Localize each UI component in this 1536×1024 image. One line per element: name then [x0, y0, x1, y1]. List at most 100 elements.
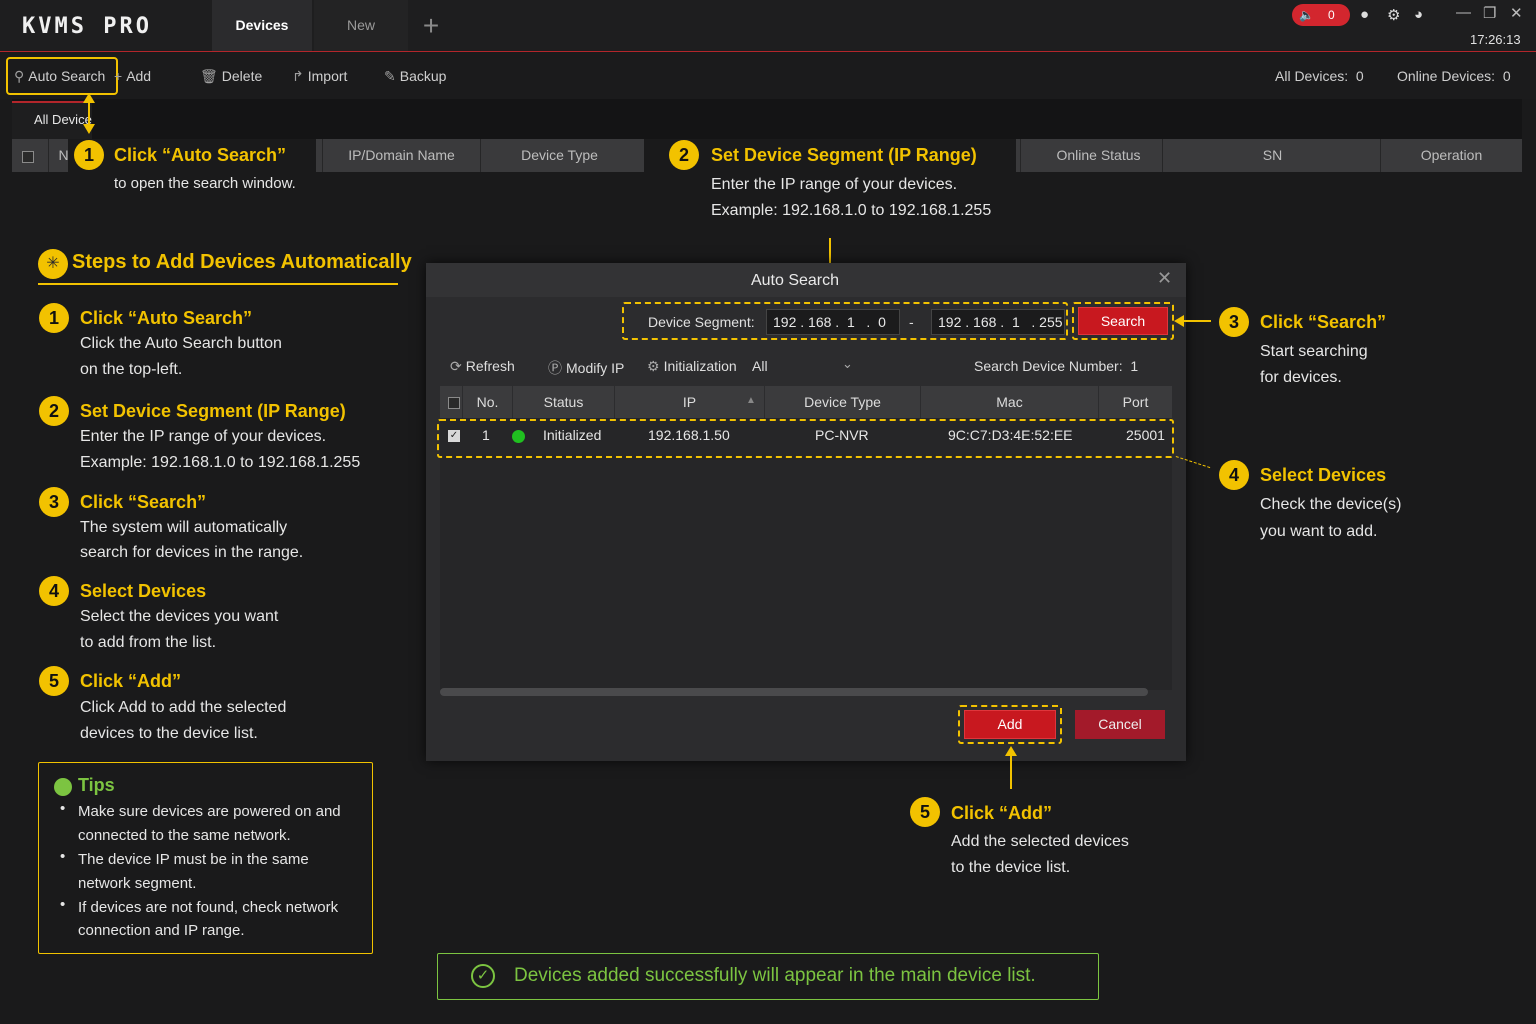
subtab-all-devices[interactable]: All Device	[12, 101, 92, 139]
tip-bullet: •	[60, 896, 66, 913]
dialog-title: Auto Search	[750, 272, 840, 289]
dialog-close-icon[interactable]: ✕	[1157, 268, 1172, 289]
horizontal-scrollbar[interactable]	[440, 688, 1148, 696]
auto-search-button[interactable]: ⚲ Auto Search	[14, 68, 105, 85]
callout-1-badge: 1	[74, 140, 104, 170]
check-circle-icon: ✓	[471, 964, 495, 988]
all-devices-stat: All Devices: 0	[1275, 68, 1364, 84]
user-icon[interactable]: ●	[1360, 6, 1369, 23]
step-2-line1: Enter the IP range of your devices.	[80, 428, 327, 445]
sort-icon[interactable]: ▲	[746, 395, 756, 406]
callout-5-title: Click “Add”	[951, 803, 1053, 823]
segment-label: Device Segment:	[648, 314, 755, 330]
chevron-down-icon[interactable]: ⌄	[842, 356, 853, 372]
callout-2-title: Set Device Segment (IP Range)	[711, 145, 977, 165]
ip-start-input[interactable]: 192 . 168 . 1 . 0	[766, 309, 900, 335]
col-online-status: Online Status	[1020, 139, 1176, 172]
ip-separator: -	[909, 314, 914, 330]
refresh-icon: ⟳	[450, 358, 462, 374]
callout-2-badge: 2	[669, 140, 699, 170]
backup-icon: ✎	[384, 68, 396, 84]
step-1-line1: Click the Auto Search button	[80, 335, 282, 352]
step-2-badge: 2	[39, 396, 69, 426]
callout-4-line2: you want to add.	[1260, 523, 1378, 540]
backup-button[interactable]: ✎ Backup	[384, 68, 446, 85]
tip-line: connected to the same network.	[78, 827, 291, 844]
col-device-type: Device Type	[764, 386, 920, 418]
col-no: No.	[462, 386, 512, 418]
step-4-line2: to add from the list.	[80, 634, 217, 651]
filter-select[interactable]: All	[752, 358, 768, 374]
callout-5-badge: 5	[910, 797, 940, 827]
tip-line: network segment.	[78, 875, 197, 892]
select-all-checkbox[interactable]	[22, 150, 34, 168]
arrow-3	[1183, 320, 1211, 322]
import-icon: ↱	[292, 68, 304, 84]
step-3-line1: The system will automatically	[80, 519, 288, 536]
dialog-cancel-button[interactable]: Cancel	[1075, 710, 1165, 739]
tab-devices[interactable]: Devices	[212, 0, 312, 51]
success-message: Devices added successfully will appear i…	[514, 965, 1036, 986]
callout-2-line2: Example: 192.168.1.0 to 192.168.1.255	[711, 202, 992, 219]
gear-icon[interactable]: ⚙	[1387, 6, 1400, 24]
alarm-badge[interactable]: 🔈 0	[1292, 4, 1350, 26]
dialog-select-all-checkbox[interactable]	[448, 396, 460, 414]
step-5-line2: devices to the device list.	[80, 725, 258, 742]
step-5-line1: Click Add to add the selected	[80, 699, 287, 716]
initialization-button[interactable]: ⚙ Initialization	[647, 358, 737, 375]
search-count: Search Device Number: 1	[974, 358, 1139, 374]
row-mac: 9C:C7:D3:4E:52:EE	[948, 427, 1073, 443]
row-checkbox[interactable]: ✓	[448, 430, 460, 442]
search-button[interactable]: Search	[1078, 307, 1168, 335]
dialog-add-button[interactable]: Add	[964, 710, 1056, 739]
step-4-title: Select Devices	[80, 581, 207, 601]
arrow-1	[88, 100, 90, 126]
tips-icon	[54, 778, 72, 796]
minimize-icon[interactable]: —	[1456, 4, 1471, 21]
dialog-table-body	[440, 418, 1172, 690]
callout-3-badge: 3	[1219, 307, 1249, 337]
modify-ip-button[interactable]: Ⓟ Modify IP	[548, 358, 624, 378]
add-button[interactable]: + Add	[114, 68, 151, 84]
steps-divider	[38, 283, 398, 285]
steps-title: Steps to Add Devices Automatically	[72, 251, 412, 273]
step-2-line2: Example: 192.168.1.0 to 192.168.1.255	[80, 454, 361, 471]
col-sn: SN	[1162, 139, 1382, 172]
step-3-line2: search for devices in the range.	[80, 544, 304, 561]
clock: 17:26:13	[1470, 32, 1521, 47]
tip-line: The device IP must be in the same	[78, 851, 309, 868]
step-5-title: Click “Add”	[80, 671, 182, 691]
arrow-5	[1010, 755, 1012, 789]
callout-4-line1: Check the device(s)	[1260, 496, 1402, 513]
add-tab-icon[interactable]: +	[408, 0, 454, 51]
close-icon[interactable]: ✕	[1510, 4, 1523, 22]
search-icon: ⚲	[14, 68, 25, 84]
row-no: 1	[482, 427, 490, 443]
col-port: Port	[1098, 386, 1172, 418]
online-status-dot	[512, 430, 525, 443]
import-button[interactable]: ↱ Import	[292, 68, 347, 85]
tab-new[interactable]: New	[314, 0, 408, 51]
row-device-type: PC-NVR	[815, 427, 869, 443]
arrow-2	[829, 238, 831, 266]
callout-1-title: Click “Auto Search”	[114, 145, 287, 165]
col-operation: Operation	[1380, 139, 1522, 172]
col-mac: Mac	[920, 386, 1098, 418]
step-5-badge: 5	[39, 666, 69, 696]
callout-5-line2: to the device list.	[951, 859, 1071, 876]
refresh-button[interactable]: ⟳ Refresh	[450, 358, 515, 375]
performance-icon[interactable]: ◕	[1414, 6, 1423, 23]
tip-line: If devices are not found, check network	[78, 899, 339, 916]
col-ip-domain: IP/Domain Name	[322, 139, 480, 172]
tip-bullet: •	[60, 848, 66, 865]
step-3-badge: 3	[39, 487, 69, 517]
delete-button[interactable]: 🗑 Delete	[200, 68, 262, 85]
tips-title: Tips	[78, 775, 115, 795]
col-ip[interactable]: IP	[614, 386, 764, 418]
step-1-badge: 1	[39, 303, 69, 333]
restore-icon[interactable]: ❐	[1483, 4, 1496, 22]
tip-line: connection and IP range.	[78, 922, 245, 939]
ip-end-input[interactable]: 192 . 168 . 1 . 255	[931, 309, 1065, 335]
row-status: Initialized	[543, 427, 602, 443]
plus-icon: +	[114, 68, 123, 84]
